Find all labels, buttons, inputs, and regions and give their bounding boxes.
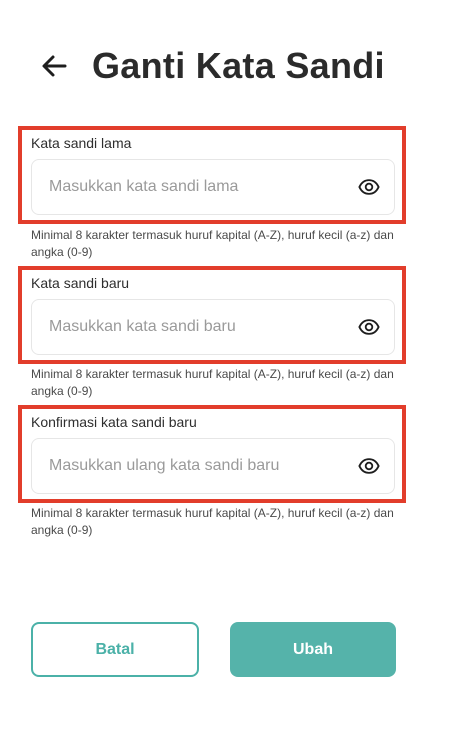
new-password-wrapper [31,299,395,355]
confirm-password-label: Konfirmasi kata sandi baru [31,414,197,430]
old-password-hint: Minimal 8 karakter termasuk huruf kapita… [31,228,394,259]
old-password-wrapper [31,159,395,215]
confirm-password-wrapper [31,438,395,494]
submit-button[interactable]: Ubah [230,622,396,677]
header: Ganti Kata Sandi [0,40,474,100]
toggle-visibility-button[interactable] [358,176,380,198]
eye-icon [358,179,380,195]
toggle-visibility-button[interactable] [358,455,380,477]
confirm-password-group: Konfirmasi kata sandi baru [18,405,406,503]
change-password-page: Ganti Kata Sandi Kata sandi lama Minimal… [0,0,474,741]
new-password-input[interactable] [32,300,352,354]
new-password-group: Kata sandi baru [18,266,406,364]
cancel-button[interactable]: Batal [31,622,199,677]
confirm-password-input[interactable] [32,439,352,493]
eye-icon [358,458,380,474]
arrow-left-icon [42,55,67,77]
toggle-visibility-button[interactable] [358,316,380,338]
confirm-password-hint: Minimal 8 karakter termasuk huruf kapita… [31,506,394,537]
page-title: Ganti Kata Sandi [92,45,385,86]
old-password-group: Kata sandi lama [18,126,406,224]
back-button[interactable] [36,48,72,84]
old-password-input[interactable] [32,160,352,214]
new-password-hint: Minimal 8 karakter termasuk huruf kapita… [31,367,394,398]
new-password-label: Kata sandi baru [31,275,130,291]
eye-icon [358,319,380,335]
old-password-label: Kata sandi lama [31,135,132,151]
